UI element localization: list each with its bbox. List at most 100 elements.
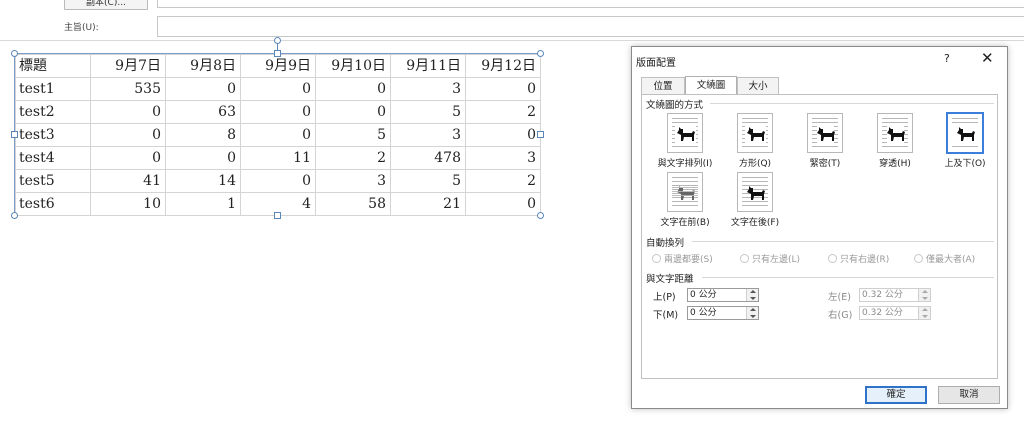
tab-text-wrapping[interactable]: 文繞圖 [685,76,737,96]
table-cell[interactable]: 11 [240,146,316,170]
wrap-option-label: 方形(Q) [738,159,772,169]
wrap-in-front-icon [737,172,773,212]
radio-circle-icon [652,254,661,263]
close-icon[interactable]: ✕ [981,49,994,67]
resize-handle-top[interactable] [274,50,281,57]
divider [692,241,994,242]
tab-size[interactable]: 大小 [737,77,779,95]
table-cell[interactable]: 0 [90,100,166,124]
resize-handle-bottom-left[interactable] [11,212,18,219]
table-cell[interactable]: test4 [15,146,91,170]
resize-handle-right[interactable] [537,131,544,138]
radio-right-only[interactable]: 只有右邊(R) [828,252,889,265]
table-cell[interactable]: 1 [165,192,241,216]
spinner-arrows-icon[interactable] [746,307,758,319]
table-row: test3 0 8 0 5 3 0 [15,123,541,147]
table-cell[interactable]: 3 [390,77,466,101]
wrap-option-wrap-behind-text[interactable]: 文字在前(B) [650,172,720,230]
wrap-option-label: 文字在後(F) [730,218,780,228]
table-cell[interactable]: 2 [315,146,391,170]
resize-handle-bottom[interactable] [274,212,281,219]
table-header-cell[interactable]: 9月9日 [240,54,316,78]
wrap-option-wrap-tight[interactable]: 緊密(T) [790,113,860,171]
resize-handle-bottom-right[interactable] [537,212,544,219]
table-cell[interactable]: 10 [90,192,166,216]
table-cell[interactable]: 478 [390,146,466,170]
table-cell[interactable]: 58 [315,192,391,216]
table-cell[interactable]: test6 [15,192,91,216]
table-cell[interactable]: 0 [465,192,541,216]
spinner-arrows-icon[interactable] [918,289,930,301]
radio-both-sides[interactable]: 兩邊都要(S) [652,252,713,265]
table-cell[interactable]: 8 [165,123,241,147]
resize-handle-left[interactable] [11,131,18,138]
table-cell[interactable]: 63 [165,100,241,124]
table-cell[interactable]: 5 [390,169,466,193]
table-cell[interactable]: 0 [240,169,316,193]
table-cell[interactable]: 5 [390,100,466,124]
table-cell[interactable]: 41 [90,169,166,193]
table-header-cell[interactable]: 9月7日 [90,54,166,78]
table-cell[interactable]: 0 [315,100,391,124]
layout-dialog: 版面配置 ? ✕ 位置 文繞圖 大小 文繞圖的方式 與文字排列(I) 方形(Q) 緊… [631,46,1008,409]
table-cell[interactable]: 0 [240,123,316,147]
radio-left-only[interactable]: 只有左邊(L) [740,252,800,265]
table-cell[interactable]: 0 [240,77,316,101]
table-header-cell[interactable]: 9月11日 [390,54,466,78]
radio-largest-only[interactable]: 僅最大者(A) [914,252,975,265]
cancel-button[interactable]: 取消 [938,386,1000,404]
table-cell[interactable]: 2 [465,169,541,193]
top-distance-spinner[interactable]: 0 公分 [687,288,759,302]
table-cell[interactable]: 14 [165,169,241,193]
resize-handle-top-left[interactable] [11,50,18,57]
table-cell[interactable]: 535 [90,77,166,101]
table-cell[interactable]: test3 [15,123,91,147]
table-cell[interactable]: test2 [15,100,91,124]
table-header-cell[interactable]: 9月8日 [165,54,241,78]
table-cell[interactable]: 0 [315,77,391,101]
wrap-option-wrap-inline[interactable]: 與文字排列(I) [650,113,720,171]
table-cell[interactable]: 0 [165,77,241,101]
spinner-value: 0 公分 [690,308,717,318]
resize-handle-top-right[interactable] [537,50,544,57]
table-cell[interactable]: 0 [240,100,316,124]
wrap-behind-text-icon [667,172,703,212]
tab-position[interactable]: 位置 [641,77,685,95]
table-cell[interactable]: 5 [315,123,391,147]
table-cell[interactable]: 0 [90,146,166,170]
cc-field[interactable] [157,0,1024,8]
table-cell[interactable]: test1 [15,77,91,101]
help-icon[interactable]: ? [944,52,950,65]
spinner-arrows-icon[interactable] [746,289,758,301]
radio-label: 僅最大者(A) [926,255,976,265]
table-cell[interactable]: 2 [465,100,541,124]
bottom-distance-spinner[interactable]: 0 公分 [687,306,759,320]
rotate-handle[interactable] [274,37,281,44]
wrap-option-wrap-square[interactable]: 方形(Q) [720,113,790,171]
table-cell[interactable]: 3 [315,169,391,193]
table-row: test2 0 63 0 0 5 2 [15,100,541,124]
text-wrapping-panel: 文繞圖的方式 與文字排列(I) 方形(Q) 緊密(T) 穿透(H) 上及下(O) 文字在前… [641,94,998,379]
left-distance-spinner[interactable]: 0.32 公分 [859,288,931,302]
table-cell[interactable]: test5 [15,169,91,193]
table-cell[interactable]: 0 [465,123,541,147]
wrap-option-wrap-top-bottom[interactable]: 上及下(O) [930,112,1000,171]
table-header-cell[interactable]: 標題 [15,54,91,78]
table-cell[interactable]: 21 [390,192,466,216]
wrap-top-bottom-icon [946,112,984,154]
right-distance-spinner[interactable]: 0.32 公分 [859,306,931,320]
cc-button[interactable]: 副本(C)... [64,0,148,10]
table-header-cell[interactable]: 9月12日 [465,54,541,78]
table-cell[interactable]: 0 [90,123,166,147]
spinner-arrows-icon[interactable] [918,307,930,319]
ok-button[interactable]: 確定 [865,386,927,404]
table-cell[interactable]: 3 [390,123,466,147]
subject-field[interactable] [157,16,1024,37]
table-cell[interactable]: 0 [465,77,541,101]
wrap-option-wrap-in-front[interactable]: 文字在後(F) [720,172,790,230]
table-cell[interactable]: 0 [165,146,241,170]
table-cell[interactable]: 3 [465,146,541,170]
table-object[interactable]: 標題 9月7日 9月8日 9月9日 9月10日 9月11日 9月12日 test1 535 0 0 0… [14,53,541,216]
table-header-cell[interactable]: 9月10日 [315,54,391,78]
wrap-option-wrap-through[interactable]: 穿透(H) [860,113,930,171]
